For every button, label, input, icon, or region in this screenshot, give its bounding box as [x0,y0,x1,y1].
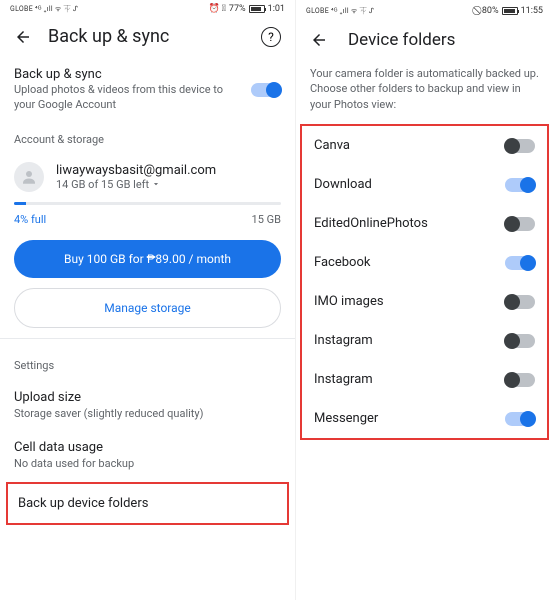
back-arrow-icon[interactable] [310,31,328,49]
status-time: 1:01 [268,4,285,14]
folder-toggle[interactable] [505,373,535,387]
folder-row[interactable]: Messenger [302,399,547,438]
status-carrier: GLOBE ⁴ᴳ ₊ıll ᯤ ⏇ ᔑ [306,6,374,16]
folder-toggle[interactable] [505,295,535,309]
avatar [14,162,44,192]
status-time: 11:55 [521,6,543,16]
status-bar: GLOBE ⁴ᴳ ₊ıll ᯤ ⏇ ᔑ ⏰ ⃠ 77% 1:01 [0,0,295,16]
folder-row[interactable]: Canva [302,126,547,165]
folder-row[interactable]: Instagram [302,360,547,399]
storage-percent-label: 4% full [14,213,46,226]
upload-size-title: Upload size [14,390,281,405]
folder-toggle[interactable] [505,334,535,348]
storage-left-text: 14 GB of 15 GB left [56,178,149,191]
settings-label: Settings [0,345,295,380]
manage-storage-button[interactable]: Manage storage [14,288,281,328]
folder-name: Facebook [314,255,370,270]
folder-row[interactable]: IMO images [302,282,547,321]
account-storage-label: Account & storage [0,119,295,154]
highlighted-option: Back up device folders [6,482,289,525]
battery-icon [502,7,518,15]
cell-data-title: Cell data usage [14,440,281,455]
folder-row[interactable]: Download [302,165,547,204]
divider [0,338,295,339]
folder-name: Messenger [314,411,378,426]
folder-name: IMO images [314,294,384,309]
cell-data-row[interactable]: Cell data usage No data used for backup [0,430,295,480]
folder-toggle[interactable] [505,412,535,426]
folder-toggle[interactable] [505,256,535,270]
page-title: Back up & sync [48,26,245,47]
page-title: Device folders [348,30,539,50]
buy-storage-button[interactable]: Buy 100 GB for ₱89.00 / month [14,240,281,278]
upload-size-sub: Storage saver (slightly reduced quality) [14,407,281,420]
app-header: Back up & sync ? [0,16,295,61]
device-folders-screen: GLOBE ⁴ᴳ ₊ıll ᯤ ⏇ ᔑ ⃠ 80% 11:55 Device f… [296,0,553,600]
battery-percent: 77% [229,4,246,14]
backup-sync-title: Back up & sync [14,67,241,82]
status-bar: GLOBE ⁴ᴳ ₊ıll ᯤ ⏇ ᔑ ⃠ 80% 11:55 [296,0,553,18]
help-icon[interactable]: ? [261,27,281,47]
app-header: Device folders [296,18,553,66]
storage-total-label: 15 GB [252,213,281,226]
backup-device-folders-row[interactable]: Back up device folders [8,484,287,523]
backup-sync-subtitle: Upload photos & videos from this device … [14,82,241,113]
back-arrow-icon[interactable] [14,28,32,46]
status-icons: ⏰ ⃠ [208,4,225,14]
chevron-down-icon [151,179,161,189]
backup-sync-screen: GLOBE ⁴ᴳ ₊ıll ᯤ ⏇ ᔑ ⏰ ⃠ 77% 1:01 Back up… [0,0,296,600]
status-carrier: GLOBE ⁴ᴳ ₊ıll ᯤ ⏇ ᔑ [10,4,78,14]
folder-name: Instagram [314,372,373,387]
account-email: liwaywaysbasit@gmail.com [56,163,216,178]
folder-row[interactable]: Instagram [302,321,547,360]
folder-name: EditedOnlinePhotos [314,216,428,231]
battery-icon [249,5,265,13]
backup-sync-toggle[interactable] [251,83,281,97]
folder-name: Canva [314,138,350,153]
cell-data-sub: No data used for backup [14,457,281,470]
folder-toggle[interactable] [505,178,535,192]
folder-toggle[interactable] [505,139,535,153]
folder-toggle[interactable] [505,217,535,231]
backup-device-folders-title: Back up device folders [18,496,277,511]
account-row[interactable]: liwaywaysbasit@gmail.com 14 GB of 15 GB … [0,154,295,202]
folder-row[interactable]: EditedOnlinePhotos [302,204,547,243]
intro-text: Your camera folder is automatically back… [296,66,553,124]
battery-percent: 80% [482,6,499,16]
folders-list-highlight: Canva Download EditedOnlinePhotos Facebook I… [300,124,549,440]
folder-name: Instagram [314,333,373,348]
upload-size-row[interactable]: Upload size Storage saver (slightly redu… [0,380,295,430]
backup-sync-toggle-row[interactable]: Back up & sync Upload photos & videos fr… [14,61,281,119]
folder-name: Download [314,177,372,192]
folder-row[interactable]: Facebook [302,243,547,282]
